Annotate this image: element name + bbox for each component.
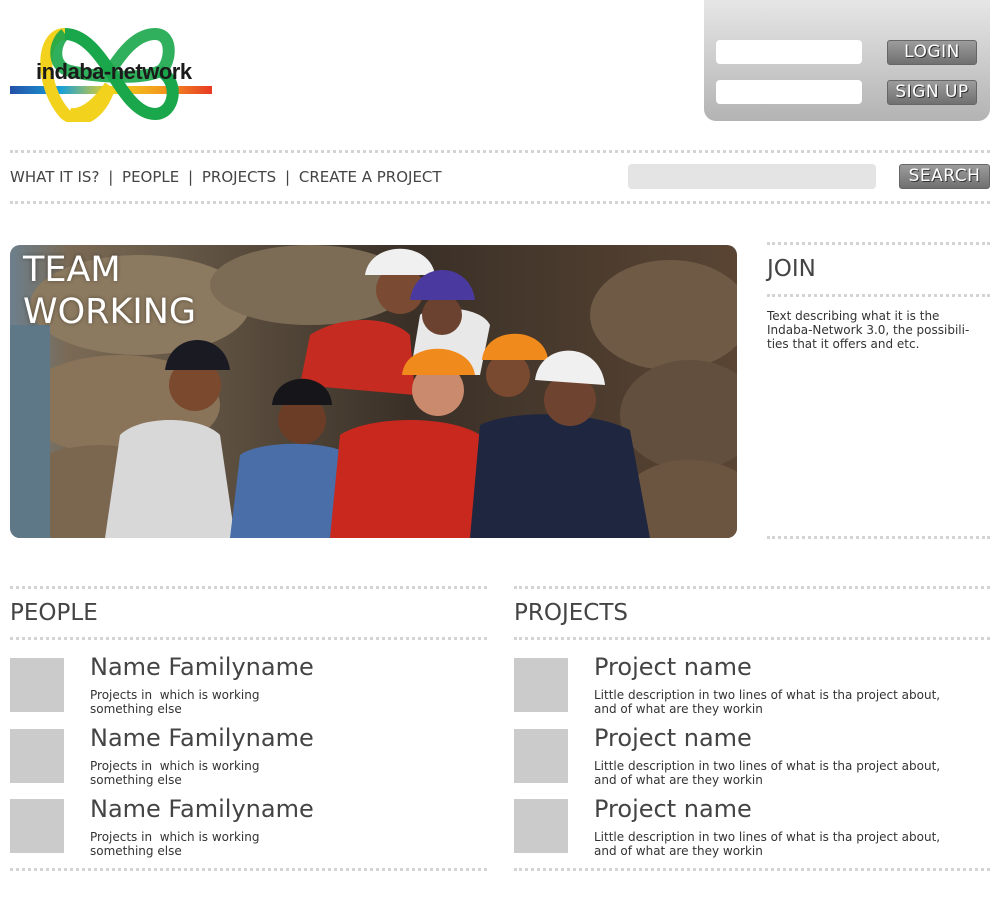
- nav-item-create-project[interactable]: CREATE A PROJECT: [299, 168, 442, 186]
- password-input[interactable]: [716, 80, 862, 104]
- people-divider-top: [10, 586, 487, 589]
- person-desc-line1: Projects in which is working: [90, 830, 260, 844]
- logo-text: indaba-network: [36, 59, 192, 84]
- project-thumbnail[interactable]: [514, 799, 568, 853]
- search-button[interactable]: SEARCH: [899, 164, 990, 189]
- person-desc-line2: something else: [90, 702, 182, 716]
- people-divider-bottom: [10, 868, 487, 871]
- username-input[interactable]: [716, 40, 862, 64]
- person-description: Projects in which is working something e…: [90, 759, 470, 787]
- project-desc-line1: Little description in two lines of what …: [594, 759, 941, 773]
- project-thumbnail[interactable]: [514, 729, 568, 783]
- project-description: Little description in two lines of what …: [594, 759, 974, 787]
- project-description: Little description in two lines of what …: [594, 830, 974, 858]
- person-avatar[interactable]: [10, 729, 64, 783]
- person-desc-line1: Projects in which is working: [90, 688, 260, 702]
- nav-divider-top: [10, 150, 990, 153]
- people-divider-mid: [10, 637, 487, 640]
- join-divider-bottom: [767, 536, 990, 539]
- project-name[interactable]: Project name: [594, 653, 752, 681]
- person-description: Projects in which is working something e…: [90, 830, 470, 858]
- person-desc-line1: Projects in which is working: [90, 759, 260, 773]
- project-desc-line1: Little description in two lines of what …: [594, 830, 941, 844]
- projects-title[interactable]: PROJECTS: [514, 600, 628, 626]
- nav-separator: |: [108, 168, 114, 186]
- hero-title-line1: TEAM: [23, 250, 121, 290]
- project-name[interactable]: Project name: [594, 724, 752, 752]
- join-divider-mid: [767, 294, 990, 297]
- projects-divider-bottom: [514, 868, 990, 871]
- person-avatar[interactable]: [10, 658, 64, 712]
- join-divider-top: [767, 242, 990, 245]
- hero-title: TEAM WORKING: [23, 249, 196, 333]
- login-panel: LOGIN SIGN UP: [704, 0, 990, 121]
- search-input[interactable]: [628, 164, 876, 189]
- main-nav: WHAT IT IS? | PEOPLE | PROJECTS | CREATE…: [10, 168, 442, 186]
- join-description: Text describing what it is the Indaba-Ne…: [767, 309, 970, 351]
- project-thumbnail[interactable]: [514, 658, 568, 712]
- project-desc-line2: and of what are they workin: [594, 702, 763, 716]
- nav-item-projects[interactable]: PROJECTS: [202, 168, 276, 186]
- person-name[interactable]: Name Familyname: [90, 795, 314, 823]
- site-logo[interactable]: indaba-network: [10, 26, 214, 125]
- signup-button[interactable]: SIGN UP: [887, 80, 977, 105]
- nav-item-what-it-is[interactable]: WHAT IT IS?: [10, 168, 99, 186]
- hero-title-line2: WORKING: [23, 292, 197, 332]
- projects-divider-mid: [514, 637, 990, 640]
- person-desc-line2: something else: [90, 844, 182, 858]
- person-description: Projects in which is working something e…: [90, 688, 470, 716]
- projects-divider-top: [514, 586, 990, 589]
- person-name[interactable]: Name Familyname: [90, 653, 314, 681]
- people-title[interactable]: PEOPLE: [10, 600, 98, 626]
- project-desc-line2: and of what are they workin: [594, 844, 763, 858]
- project-name[interactable]: Project name: [594, 795, 752, 823]
- person-avatar[interactable]: [10, 799, 64, 853]
- nav-separator: |: [285, 168, 291, 186]
- nav-item-people[interactable]: PEOPLE: [122, 168, 179, 186]
- project-desc-line1: Little description in two lines of what …: [594, 688, 941, 702]
- join-title[interactable]: JOIN: [767, 256, 816, 282]
- nav-separator: |: [188, 168, 194, 186]
- project-description: Little description in two lines of what …: [594, 688, 974, 716]
- nav-divider-bottom: [10, 201, 990, 204]
- hero-banner[interactable]: TEAM WORKING: [10, 245, 737, 538]
- person-desc-line2: something else: [90, 773, 182, 787]
- project-desc-line2: and of what are they workin: [594, 773, 763, 787]
- login-button[interactable]: LOGIN: [887, 40, 977, 65]
- person-name[interactable]: Name Familyname: [90, 724, 314, 752]
